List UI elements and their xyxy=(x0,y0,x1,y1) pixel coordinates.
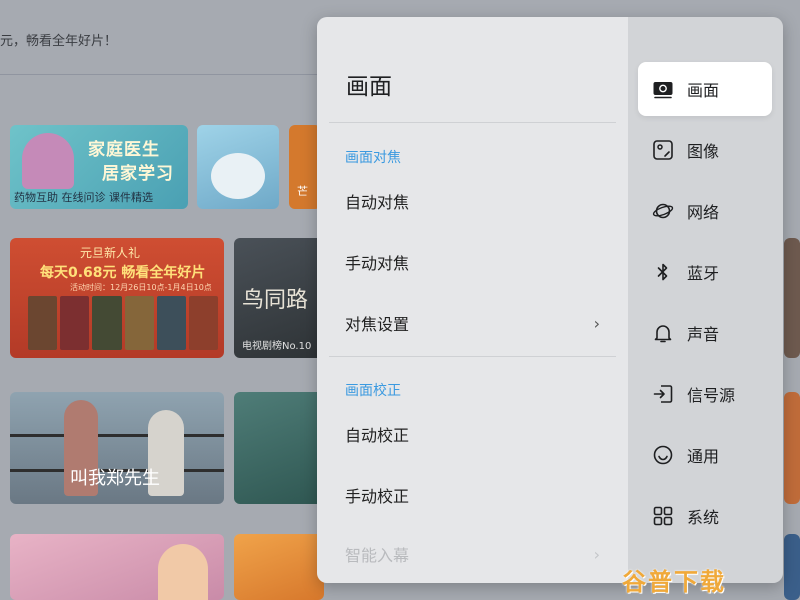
nav-item-input-source[interactable]: 信号源 xyxy=(638,367,772,421)
nav-item-image[interactable]: 图像 xyxy=(638,123,772,177)
bell-icon xyxy=(652,322,674,344)
bluetooth-icon xyxy=(652,261,674,283)
doctor-illustration xyxy=(22,133,74,189)
option-focus-settings[interactable]: 对焦设置 › xyxy=(329,298,616,348)
option-manual-correction[interactable]: 手动校正 xyxy=(329,470,616,520)
section-divider xyxy=(329,356,616,357)
panel-title: 画面 xyxy=(346,74,392,100)
nav-item-general[interactable]: 通用 xyxy=(638,428,772,482)
option-manual-focus[interactable]: 手动对焦 xyxy=(329,237,616,287)
option-label: 对焦设置 xyxy=(345,315,410,334)
nav-label: 网络 xyxy=(687,203,720,222)
tile-green-poster[interactable] xyxy=(234,392,324,504)
smile-icon xyxy=(652,444,674,466)
section-header-focus: 画面对焦 xyxy=(345,150,401,166)
option-auto-correction[interactable]: 自动校正 xyxy=(329,409,616,459)
promo-posters xyxy=(28,296,219,350)
nav-item-picture[interactable]: 画面 xyxy=(638,62,772,116)
nav-label: 声音 xyxy=(687,325,720,344)
nav-item-bluetooth[interactable]: 蓝牙 xyxy=(638,245,772,299)
nav-label: 信号源 xyxy=(687,386,736,405)
nav-label: 通用 xyxy=(687,447,720,466)
promo-line1: 元旦新人礼 xyxy=(80,246,141,260)
promo-line2: 每天0.68元 畅看全年好片 xyxy=(40,265,206,281)
tile-kids-cartoon[interactable] xyxy=(10,534,224,600)
drama-title: 鸟同路 xyxy=(242,288,309,313)
tile-mango-label: 芒 xyxy=(297,185,308,198)
grid-icon xyxy=(652,505,674,527)
title-divider xyxy=(329,122,616,123)
tile-doctor-line2: 居家学习 xyxy=(102,164,174,184)
settings-panel: 画面 画面对焦 自动对焦 手动对焦 对焦设置 › 画面校正 自动校正 手动校正 … xyxy=(317,17,783,583)
tile-family-doctor[interactable]: 家庭医生 居家学习 药物互助 在线问诊 课件精选 xyxy=(10,125,188,209)
option-label: 手动对焦 xyxy=(345,254,410,273)
tile-doctor-line1: 家庭医生 xyxy=(88,140,160,160)
settings-nav: 画面 图像 网络 蓝牙 声音 信号源 通用 系统 xyxy=(628,17,783,583)
planet-icon xyxy=(652,200,674,222)
cartoon-character xyxy=(158,544,208,600)
nav-item-system[interactable]: 系统 xyxy=(638,489,772,543)
nav-label: 图像 xyxy=(687,142,720,161)
tile-right-edge-2[interactable] xyxy=(784,392,800,504)
tile-right-edge-3[interactable] xyxy=(784,534,800,600)
site-watermark: 谷普下载 xyxy=(622,568,726,596)
drama-caption: 电视剧榜No.10 xyxy=(242,341,312,352)
nav-label: 系统 xyxy=(687,508,720,527)
option-auto-focus[interactable]: 自动对焦 xyxy=(329,176,616,226)
nav-label: 蓝牙 xyxy=(687,264,720,283)
option-label: 智能入幕 xyxy=(345,546,410,565)
chevron-right-icon: › xyxy=(593,313,600,333)
tile-doctor-line3: 药物互助 在线问诊 课件精选 xyxy=(14,191,153,204)
input-source-icon xyxy=(652,383,674,405)
tile-bath-illustration[interactable] xyxy=(197,125,279,209)
option-label: 自动校正 xyxy=(345,426,410,445)
movie-title: 叫我郑先生 xyxy=(70,468,160,489)
screen-icon xyxy=(652,78,674,100)
promo-line3: 活动时间：12月26日10点-1月4日10点 xyxy=(70,283,212,292)
option-smart-fit-screen[interactable]: 智能入幕 › xyxy=(329,529,616,579)
settings-detail-pane: 画面 画面对焦 自动对焦 手动对焦 对焦设置 › 画面校正 自动校正 手动校正 … xyxy=(317,17,628,583)
bathtub-illustration xyxy=(211,153,265,199)
option-label: 手动校正 xyxy=(345,487,410,506)
section-header-correction: 画面校正 xyxy=(345,383,401,399)
option-label: 自动对焦 xyxy=(345,193,410,212)
nav-label: 画面 xyxy=(687,81,720,100)
banner-divider xyxy=(0,74,320,75)
tile-right-edge-1[interactable] xyxy=(784,238,800,358)
nav-item-network[interactable]: 网络 xyxy=(638,184,772,238)
tile-new-year-promo[interactable]: 元旦新人礼 每天0.68元 畅看全年好片 活动时间：12月26日10点-1月4日… xyxy=(10,238,224,358)
promo-banner-text: 元，畅看全年好片！ xyxy=(0,34,118,49)
image-icon xyxy=(652,139,674,161)
nav-item-sound[interactable]: 声音 xyxy=(638,306,772,360)
chevron-right-icon: › xyxy=(593,544,600,564)
tile-drama[interactable]: 鸟同路 电视剧榜No.10 xyxy=(234,238,324,358)
tile-orange-cartoon[interactable] xyxy=(234,534,324,600)
tile-movie-couple[interactable]: 叫我郑先生 xyxy=(10,392,224,504)
